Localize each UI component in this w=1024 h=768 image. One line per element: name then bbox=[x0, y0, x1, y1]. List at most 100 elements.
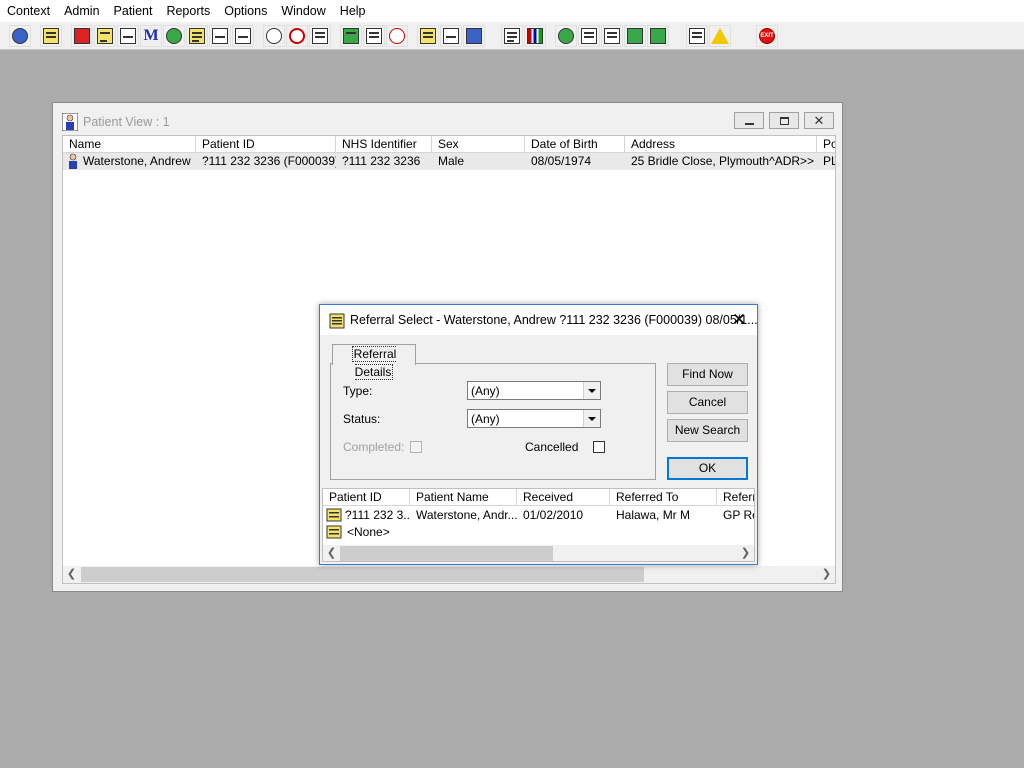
window-title: Patient View : 1 bbox=[83, 115, 170, 129]
monitor-icon[interactable] bbox=[309, 25, 331, 47]
status-label: Status: bbox=[343, 412, 381, 426]
column-header-referred-to[interactable]: Referred To bbox=[610, 489, 717, 506]
column-header-name[interactable]: Name bbox=[63, 136, 196, 153]
search-magnifier-icon[interactable] bbox=[263, 25, 285, 47]
cell-postcode: PL bbox=[823, 154, 835, 168]
type-label: Type: bbox=[343, 384, 373, 398]
column-header-patient-name[interactable]: Patient Name bbox=[410, 489, 517, 506]
menu-options[interactable]: Options bbox=[217, 0, 274, 22]
table-row[interactable]: ?111 232 3... Waterstone, Andr... 01/02/… bbox=[323, 507, 754, 524]
menu-reports[interactable]: Reports bbox=[159, 0, 217, 22]
nurse-icon[interactable] bbox=[163, 25, 185, 47]
book-icon[interactable] bbox=[71, 25, 93, 47]
cancelled-checkbox[interactable] bbox=[593, 441, 605, 453]
close-icon[interactable]: ✕ bbox=[727, 309, 751, 331]
edit-notes-icon[interactable] bbox=[94, 25, 116, 47]
cell-name: Waterstone, Andrew bbox=[83, 154, 191, 168]
printer-icon[interactable] bbox=[40, 25, 62, 47]
menu-admin[interactable]: Admin bbox=[57, 0, 106, 22]
column-header-received[interactable]: Received bbox=[517, 489, 610, 506]
chevron-down-icon[interactable] bbox=[583, 410, 600, 427]
column-header-date-of-birth[interactable]: Date of Birth bbox=[525, 136, 625, 153]
green-arrow-form-icon[interactable] bbox=[624, 25, 646, 47]
minimize-icon bbox=[744, 122, 754, 125]
cell-referred-to: Halawa, Mr M bbox=[616, 508, 691, 522]
notes-yellow-icon[interactable] bbox=[417, 25, 439, 47]
bar-chart-icon[interactable] bbox=[524, 25, 546, 47]
check-form-icon[interactable] bbox=[578, 25, 600, 47]
scrollbar-thumb[interactable] bbox=[340, 546, 553, 561]
menu-context[interactable]: Context bbox=[0, 0, 57, 22]
column-header-patient-id[interactable]: Patient ID bbox=[323, 489, 410, 506]
swap-arrows-icon[interactable] bbox=[686, 25, 708, 47]
cell-date-of-birth: 08/05/1974 bbox=[531, 154, 592, 168]
printer-icon bbox=[326, 508, 342, 522]
horizontal-scrollbar[interactable]: ❮ ❯ bbox=[63, 566, 835, 583]
ok-button[interactable]: OK bbox=[667, 457, 748, 480]
form-icon[interactable] bbox=[363, 25, 385, 47]
notepad-icon[interactable] bbox=[186, 25, 208, 47]
exit-icon[interactable]: EXIT bbox=[756, 25, 778, 47]
cell-received: 01/02/2010 bbox=[523, 508, 584, 522]
cell-sex: Male bbox=[438, 154, 465, 168]
chevron-down-icon[interactable] bbox=[583, 382, 600, 399]
type-select[interactable]: (Any) bbox=[467, 381, 601, 400]
status-select[interactable]: (Any) bbox=[467, 409, 601, 428]
scanner-icon[interactable] bbox=[117, 25, 139, 47]
column-header-patient-id[interactable]: Patient ID bbox=[196, 136, 336, 153]
dialog-titlebar: Referral Select - Waterstone, Andrew ?11… bbox=[320, 305, 758, 335]
completed-checkbox[interactable] bbox=[410, 441, 422, 453]
table-row[interactable]: Waterstone, Andrew ?111 232 3236 (F00003… bbox=[63, 153, 835, 170]
toolbar: M EXIT bbox=[0, 22, 1024, 50]
menu-patient[interactable]: Patient bbox=[107, 0, 160, 22]
scroll-left-icon[interactable]: ❮ bbox=[323, 545, 340, 561]
cell-patient-name: Waterstone, Andr... bbox=[416, 508, 517, 522]
close-button[interactable]: ✕ bbox=[804, 112, 834, 129]
status-select-value: (Any) bbox=[471, 412, 500, 426]
ambulance-icon[interactable] bbox=[463, 25, 485, 47]
completed-label: Completed: bbox=[343, 440, 405, 454]
clock-icon[interactable] bbox=[286, 25, 308, 47]
printer-icon bbox=[329, 313, 345, 329]
tab-referral-details[interactable]: Referral Details bbox=[332, 344, 416, 380]
table-row[interactable]: <None> bbox=[323, 524, 754, 541]
maximize-button[interactable] bbox=[769, 112, 799, 129]
cell-patient-id: ?111 232 3236 (F000039) bbox=[202, 154, 336, 168]
referral-list-header: Patient ID Patient Name Received Referre… bbox=[323, 489, 754, 506]
menu-help[interactable]: Help bbox=[333, 0, 373, 22]
column-header-referral[interactable]: Referra bbox=[717, 489, 754, 506]
screen-list-icon[interactable] bbox=[340, 25, 362, 47]
minimize-button[interactable] bbox=[734, 112, 764, 129]
cell-patient-id: ?111 232 3... bbox=[345, 508, 410, 522]
cell-patient-id: <None> bbox=[347, 525, 390, 539]
globe-icon[interactable] bbox=[555, 25, 577, 47]
column-header-nhs-identifier[interactable]: NHS Identifier bbox=[336, 136, 432, 153]
scroll-right-icon[interactable]: ❯ bbox=[818, 566, 835, 583]
menu-window[interactable]: Window bbox=[274, 0, 332, 22]
camera-icon[interactable] bbox=[232, 25, 254, 47]
close-icon: ✕ bbox=[813, 113, 825, 128]
handshake-icon[interactable] bbox=[209, 25, 231, 47]
scroll-right-icon[interactable]: ❯ bbox=[737, 545, 754, 561]
letter-m-icon[interactable]: M bbox=[140, 25, 162, 47]
scrollbar-thumb[interactable] bbox=[81, 567, 644, 582]
approve-form-icon[interactable] bbox=[601, 25, 623, 47]
scroll-left-icon[interactable]: ❮ bbox=[63, 566, 80, 583]
referral-select-dialog: Referral Select - Waterstone, Andrew ?11… bbox=[319, 304, 758, 565]
column-header-sex[interactable]: Sex bbox=[432, 136, 525, 153]
document-icon[interactable] bbox=[501, 25, 523, 47]
green-refresh-form-icon[interactable] bbox=[647, 25, 669, 47]
horizontal-scrollbar[interactable]: ❮ ❯ bbox=[323, 545, 754, 561]
warning-icon[interactable] bbox=[709, 25, 731, 47]
gauge-icon[interactable] bbox=[386, 25, 408, 47]
find-now-button[interactable]: Find Now bbox=[667, 363, 748, 386]
patient-list-header: Name Patient ID NHS Identifier Sex Date … bbox=[63, 136, 835, 153]
tab-label: Referral Details bbox=[351, 346, 397, 380]
column-header-postcode[interactable]: Po bbox=[817, 136, 835, 153]
menu-bar: Context Admin Patient Reports Options Wi… bbox=[0, 0, 1024, 22]
new-search-button[interactable]: New Search bbox=[667, 419, 748, 442]
bed-icon[interactable] bbox=[440, 25, 462, 47]
cancel-button[interactable]: Cancel bbox=[667, 391, 748, 414]
column-header-address[interactable]: Address bbox=[625, 136, 817, 153]
patient-doctor-icon[interactable] bbox=[9, 25, 31, 47]
